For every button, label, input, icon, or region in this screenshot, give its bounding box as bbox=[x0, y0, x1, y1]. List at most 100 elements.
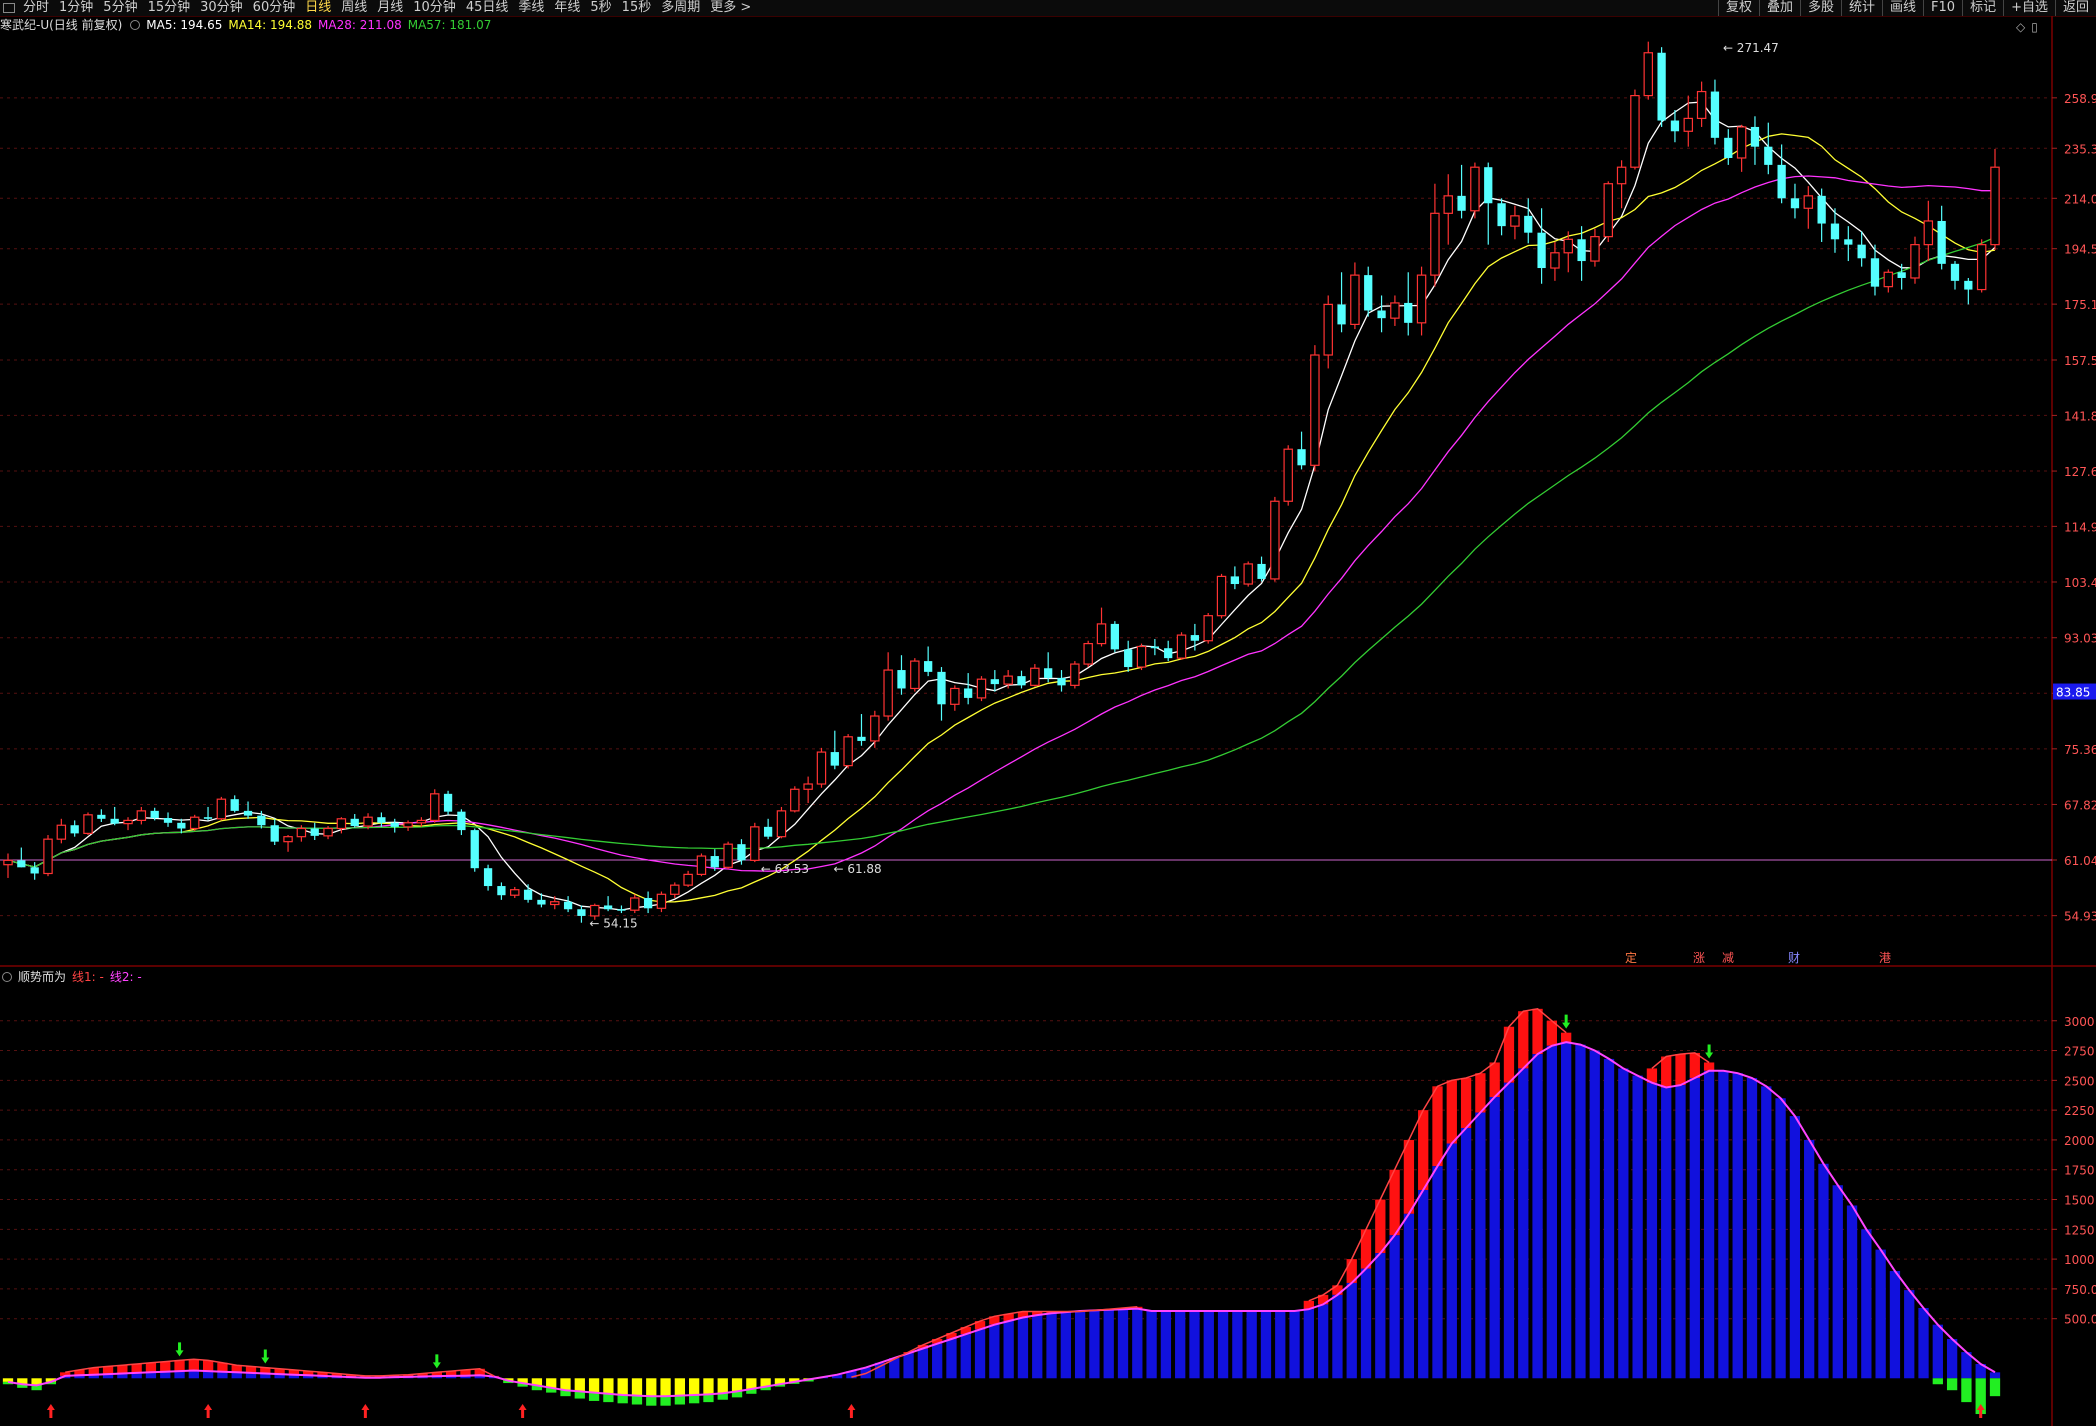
indicator-blue-bar bbox=[1317, 1304, 1329, 1379]
down-arrow-icon bbox=[175, 1342, 184, 1357]
indicator-blue-bar bbox=[1360, 1268, 1372, 1379]
indicator-red-bar bbox=[131, 1363, 142, 1373]
candle-body bbox=[1830, 223, 1840, 240]
candle-body bbox=[723, 843, 733, 868]
indicator-red-bar bbox=[1432, 1086, 1443, 1167]
indicator-red-bar bbox=[188, 1359, 199, 1371]
event-marker: 涨 bbox=[1693, 950, 1705, 965]
indicator-yellow-bar bbox=[646, 1378, 657, 1397]
indicator-blue-bar bbox=[1489, 1097, 1500, 1379]
candle-body bbox=[310, 828, 319, 836]
candle-body bbox=[1257, 563, 1266, 579]
candle-body bbox=[1736, 126, 1747, 159]
indicator-blue-bar bbox=[188, 1370, 199, 1379]
price-tick-label: 127.6 bbox=[2064, 465, 2096, 479]
indicator-tick-label: 2500 bbox=[2064, 1074, 2095, 1088]
indicator-blue-bar bbox=[1089, 1310, 1100, 1379]
candle-body bbox=[750, 826, 760, 861]
candle-body bbox=[683, 873, 693, 886]
candle-body bbox=[1870, 258, 1880, 287]
price-tick-label: 75.36 bbox=[2064, 743, 2096, 757]
candle-body bbox=[1164, 648, 1173, 659]
event-marker: 减 bbox=[1722, 951, 1734, 965]
price-tick-label: 141.8 bbox=[2064, 409, 2096, 423]
indicator-yellow-bar bbox=[631, 1378, 643, 1396]
indicator-tick-label: 750.0 bbox=[2064, 1283, 2096, 1297]
indicator-blue-bar bbox=[1346, 1282, 1357, 1379]
price-tick-label: 194.5 bbox=[2064, 243, 2096, 257]
candle-body bbox=[1404, 302, 1413, 323]
event-marker: 定 bbox=[1625, 950, 1637, 965]
candle-body bbox=[1216, 575, 1227, 617]
indicator-blue-bar bbox=[1632, 1075, 1643, 1379]
indicator-yellow-bar bbox=[617, 1378, 628, 1395]
candle-body bbox=[1976, 244, 1987, 291]
indicator-blue-bar bbox=[960, 1334, 971, 1379]
candle-body bbox=[1323, 303, 1333, 356]
candle-body bbox=[976, 678, 987, 699]
indicator-red-bar bbox=[1403, 1139, 1415, 1214]
indicator-green-bar bbox=[1989, 1378, 2001, 1397]
indicator-blue-bar bbox=[1775, 1098, 1786, 1379]
indicator-yellow-bar bbox=[689, 1378, 700, 1395]
candle-body bbox=[270, 825, 279, 842]
event-marker: 财 bbox=[1788, 951, 1800, 965]
indicator-red-bar bbox=[1475, 1073, 1486, 1113]
indicator-blue-bar bbox=[1732, 1073, 1743, 1379]
candle-body bbox=[1883, 271, 1894, 288]
indicator-green-bar bbox=[631, 1395, 643, 1405]
candle-body bbox=[1764, 146, 1773, 165]
candle-body bbox=[1964, 280, 1973, 290]
indicator-blue-bar bbox=[1260, 1310, 1272, 1379]
down-arrow-icon bbox=[1705, 1044, 1714, 1059]
trough-annotation: ← 54.15 bbox=[589, 917, 637, 931]
ma28-line bbox=[7, 175, 1995, 872]
candle-body bbox=[1524, 215, 1533, 233]
candle-body bbox=[1844, 239, 1853, 245]
candle-body bbox=[1350, 274, 1360, 325]
candle-body bbox=[1430, 212, 1440, 276]
down-arrow-icon bbox=[1562, 1014, 1571, 1029]
candle-body bbox=[1670, 120, 1680, 132]
ma5-line bbox=[7, 101, 1996, 911]
indicator-blue-bar bbox=[1074, 1310, 1086, 1379]
indicator-red-bar bbox=[1689, 1052, 1700, 1078]
indicator-blue-bar bbox=[1303, 1309, 1314, 1379]
indicator-green-bar bbox=[1961, 1378, 1972, 1403]
indicator-green-bar bbox=[617, 1394, 628, 1404]
candle-body bbox=[1590, 236, 1600, 262]
indicator-blue-bar bbox=[1189, 1310, 1200, 1379]
candle-body bbox=[857, 736, 866, 741]
indicator-blue-bar bbox=[974, 1329, 986, 1379]
candle-body bbox=[1243, 563, 1253, 585]
candle-body bbox=[910, 660, 920, 690]
indicator-blue-bar bbox=[1203, 1310, 1214, 1379]
candle-body bbox=[1017, 676, 1026, 686]
candle-body bbox=[1616, 166, 1627, 185]
indicator-blue-bar bbox=[1575, 1044, 1586, 1379]
candle-body bbox=[550, 901, 560, 906]
candle-body bbox=[924, 661, 933, 672]
indicator-blue-bar bbox=[1418, 1189, 1429, 1379]
candle-body bbox=[150, 810, 159, 819]
indicator-red-bar bbox=[202, 1360, 214, 1372]
candle-body bbox=[1096, 623, 1107, 645]
indicator-blue-bar bbox=[1175, 1310, 1186, 1379]
indicator-blue-bar bbox=[932, 1343, 943, 1379]
indicator-yellow-bar bbox=[717, 1378, 728, 1394]
indicator-blue-bar bbox=[1804, 1139, 1815, 1379]
indicator-blue-bar bbox=[1275, 1310, 1286, 1379]
indicator-red-bar bbox=[1418, 1110, 1429, 1190]
indicator-blue-bar bbox=[1561, 1042, 1572, 1379]
indicator-blue-bar bbox=[1146, 1310, 1157, 1379]
indicator-yellow-bar bbox=[660, 1378, 671, 1397]
candle-body bbox=[283, 836, 293, 843]
indicator-blue-bar bbox=[1003, 1321, 1014, 1379]
candle-body bbox=[1484, 167, 1493, 204]
candle-body bbox=[803, 783, 813, 790]
stock-chart[interactable]: 258.9 235.3 214.0 194.5 175.1 157.5 141.8 127.6… bbox=[0, 0, 2096, 1426]
indicator-yellow-bar bbox=[2, 1378, 14, 1382]
candle-body bbox=[1550, 252, 1560, 269]
price-tick-label: 103.4 bbox=[2064, 576, 2096, 590]
candle-body bbox=[1657, 52, 1666, 121]
